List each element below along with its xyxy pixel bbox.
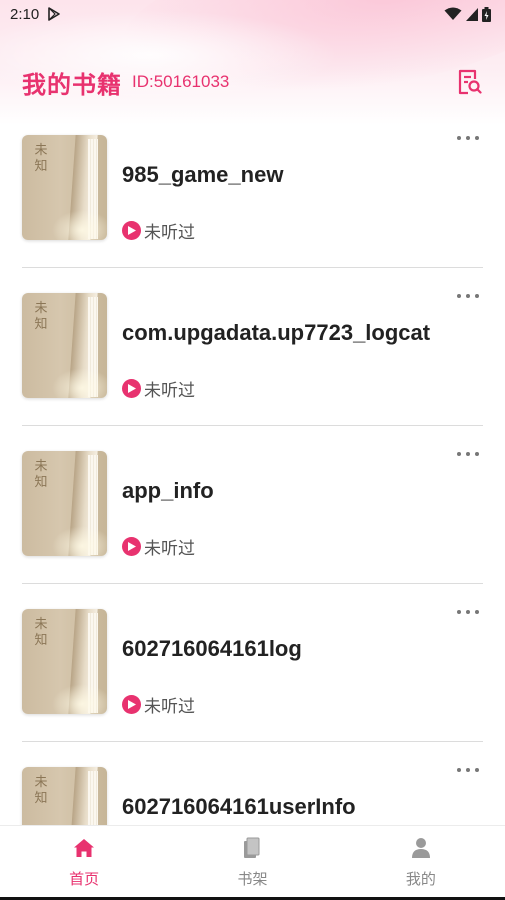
cover-label: 未知 — [34, 459, 48, 490]
page-title: 我的书籍 — [22, 70, 122, 99]
wifi-icon — [444, 7, 462, 20]
book-item[interactable]: 未知 app_info 未听过 — [22, 426, 483, 584]
more-icon[interactable] — [457, 606, 479, 618]
book-list: 未知 985_game_new 未听过 未知 com.upgadata.up77… — [0, 110, 505, 825]
header: 我的书籍 ID:50161033 — [22, 64, 483, 100]
user-id: ID:50161033 — [132, 72, 230, 91]
cover-label: 未知 — [34, 143, 48, 174]
more-icon[interactable] — [457, 132, 479, 144]
nav-bookshelf-label: 书架 — [237, 870, 268, 888]
cover-label: 未知 — [34, 775, 48, 806]
nav-home[interactable]: 首页 — [0, 826, 168, 900]
battery-icon — [482, 6, 491, 22]
book-title: com.upgadata.up7723_logcat — [122, 320, 431, 345]
more-icon[interactable] — [457, 290, 479, 302]
listen-status: 未听过 — [122, 218, 195, 243]
nav-profile-label: 我的 — [405, 870, 436, 888]
book-item[interactable]: 未知 602716064161userInfo — [22, 742, 483, 825]
play-icon — [122, 537, 141, 556]
book-title: 602716064161userInfo — [122, 794, 356, 819]
nav-bookshelf[interactable]: 书架 — [168, 826, 336, 900]
book-cover: 未知 — [22, 767, 107, 825]
profile-icon — [409, 836, 433, 860]
play-store-icon — [48, 7, 61, 21]
book-title: 602716064161log — [122, 636, 302, 661]
play-icon — [122, 379, 141, 398]
play-icon — [122, 695, 141, 714]
status-time: 2:10 — [10, 5, 40, 23]
bookshelf-icon — [240, 836, 264, 860]
book-title: app_info — [122, 478, 214, 503]
cover-label: 未知 — [34, 617, 48, 648]
nav-home-label: 首页 — [69, 870, 100, 888]
listen-status-text: 未听过 — [144, 223, 195, 243]
book-cover: 未知 — [22, 293, 107, 398]
book-title: 985_game_new — [122, 162, 284, 187]
cover-label: 未知 — [34, 301, 48, 332]
book-item[interactable]: 未知 985_game_new 未听过 — [22, 110, 483, 268]
more-icon[interactable] — [457, 764, 479, 776]
document-search-icon — [458, 69, 482, 95]
status-icons — [444, 6, 491, 22]
book-item[interactable]: 未知 com.upgadata.up7723_logcat 未听过 — [22, 268, 483, 426]
listen-status-text: 未听过 — [144, 697, 195, 717]
bottom-nav: 首页 书架 我的 — [0, 825, 505, 900]
listen-status: 未听过 — [122, 692, 195, 717]
play-icon — [122, 221, 141, 240]
home-icon — [72, 836, 96, 860]
more-icon[interactable] — [457, 448, 479, 460]
listen-status-text: 未听过 — [144, 381, 195, 401]
signal-icon — [466, 7, 478, 21]
book-cover: 未知 — [22, 609, 107, 714]
listen-status: 未听过 — [122, 534, 195, 559]
book-cover: 未知 — [22, 135, 107, 240]
book-item[interactable]: 未知 602716064161log 未听过 — [22, 584, 483, 742]
book-cover: 未知 — [22, 451, 107, 556]
nav-profile[interactable]: 我的 — [337, 826, 505, 900]
status-bar: 2:10 — [0, 0, 505, 28]
listen-status-text: 未听过 — [144, 539, 195, 559]
listen-status: 未听过 — [122, 376, 195, 401]
search-button[interactable] — [457, 68, 483, 96]
